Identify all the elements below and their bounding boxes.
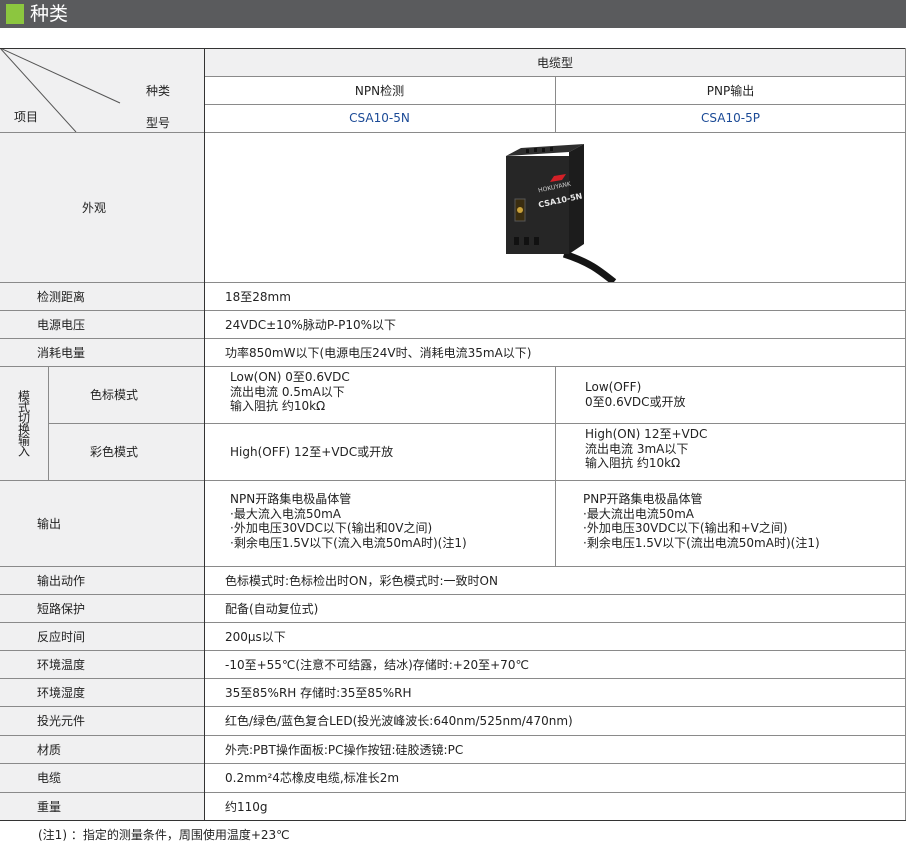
- pnp-type-header: PNP输出: [706, 83, 755, 98]
- grid-line: [0, 678, 906, 679]
- grid-line: [0, 706, 906, 707]
- mark-mode-npn: Low(ON) 0至0.6VDC 流出电流 0.5mA以下 输入阻抗 约10kΩ: [204, 366, 555, 423]
- color-mode-label: 彩色模式: [48, 423, 204, 480]
- table-bottom-border: [0, 820, 906, 821]
- row-value-detect-distance: 18至28mm: [225, 289, 291, 304]
- mode-input-group-label: 模式切换输入: [0, 366, 48, 480]
- grid-vline: [555, 76, 556, 132]
- grid-line: [0, 622, 906, 623]
- table-top-border: [0, 48, 906, 49]
- row-label-cable: 电缆: [0, 763, 204, 792]
- type-label: 种类: [146, 84, 171, 98]
- section-title-bar: 种类: [0, 0, 906, 28]
- row-value-weight: 约110g: [225, 800, 268, 814]
- row-value-response-time: 200μs以下: [225, 629, 286, 644]
- mode-input-group-text: 模式切换输入: [16, 390, 31, 456]
- row-value-supply-voltage: 24VDC±10%脉动P-P10%以下: [225, 317, 397, 332]
- appearance-label: 外观: [0, 132, 204, 282]
- header-corner-cell: 项目 种类 型号: [0, 48, 204, 132]
- grid-line: [0, 763, 906, 764]
- output-pnp-line-3: ·外加电压30VDC以下(输出和+V之间): [583, 521, 788, 535]
- output-pnp: PNP开路集电极晶体管 ·最大流出电流50mA ·外加电压30VDC以下(输出和…: [555, 480, 906, 566]
- appearance-image-cell: HOKUYANK CSA10-5N: [204, 132, 906, 282]
- row-value-cable: 0.2mm²4芯橡皮电缆,标准长2m: [225, 771, 400, 785]
- mark-mode-label: 色标模式: [48, 366, 204, 423]
- grid-line: [0, 566, 906, 567]
- color-mode-pnp-line-1: High(ON) 12至+VDC: [585, 427, 708, 441]
- npn-type-header: NPN检测: [354, 83, 405, 98]
- grid-line: [0, 310, 906, 311]
- color-mode-pnp-line-2: 流出电流 3mA以下: [585, 441, 689, 456]
- row-label-detect-distance: 检测距离: [0, 282, 204, 310]
- row-value-ambient-temp: -10至+55℃(注意不可结露，结冰)存储时:+20至+70℃: [225, 657, 529, 672]
- grid-line: [0, 132, 906, 133]
- row-label-material: 材质: [0, 735, 204, 763]
- row-label-supply-voltage: 电源电压: [0, 310, 204, 338]
- mark-mode-npn-line-1: Low(ON) 0至0.6VDC: [230, 370, 350, 384]
- grid-vline: [48, 366, 49, 480]
- row-value-ambient-humidity: 35至85%RH 存储时:35至85%RH: [225, 685, 412, 700]
- grid-line: [0, 735, 906, 736]
- footnote: (注1) ：指定的测量条件，周围使用温度+23℃: [38, 828, 290, 842]
- row-value-light-element: 红色/绿色/蓝色复合LED(投光波峰波长:640nm/525nm/470nm): [225, 714, 573, 728]
- output-npn-line-3: ·外加电压30VDC以下(输出和0V之间): [230, 521, 433, 535]
- row-value-output-action: 色标模式时:色标检出时ON，彩色模式时:一致时ON: [225, 573, 498, 588]
- row-label-power-consumption: 消耗电量: [0, 338, 204, 366]
- row-value-short-protection: 配备(自动复位式): [225, 601, 319, 616]
- pnp-model: CSA10-5P: [701, 111, 760, 125]
- output-pnp-line-2: ·最大流出电流50mA: [583, 506, 694, 521]
- color-mode-pnp-line-3: 输入阻抗 约10kΩ: [585, 456, 681, 470]
- row-label-weight: 重量: [0, 792, 204, 821]
- npn-model: CSA10-5N: [349, 111, 410, 125]
- output-pnp-line-4: ·剩余电压1.5V以下(流出电流50mA时)(注1): [583, 535, 820, 550]
- mark-mode-pnp: Low(OFF) 0至0.6VDC或开放: [555, 366, 906, 423]
- grid-vline: [204, 48, 205, 820]
- row-value-power-consumption: 功率850mW以下(电源电压24V时、消耗电流35mA以下): [225, 345, 532, 360]
- row-label-ambient-temp: 环境温度: [0, 650, 204, 678]
- item-label: 项目: [14, 110, 39, 124]
- row-label-light-element: 投光元件: [0, 706, 204, 735]
- row-value-material: 外壳:PBT操作面板:PC操作按钮:硅胶透镜:PC: [225, 742, 464, 757]
- mark-mode-pnp-line-2: 0至0.6VDC或开放: [585, 394, 686, 409]
- grid-line: [0, 282, 906, 283]
- grid-line: [0, 480, 906, 481]
- cable-type-header: 电缆型: [204, 48, 906, 76]
- output-npn: NPN开路集电极晶体管 ·最大流入电流50mA ·外加电压30VDC以下(输出和…: [204, 480, 555, 566]
- section-title: 种类: [30, 3, 69, 25]
- model-label: 型号: [146, 116, 171, 130]
- product-image: [506, 144, 617, 282]
- grid-vline: [555, 366, 556, 566]
- output-npn-line-4: ·剩余电压1.5V以下(流入电流50mA时)(注1): [230, 535, 467, 550]
- grid-line: [0, 366, 906, 367]
- output-label: 输出: [0, 480, 204, 566]
- row-label-ambient-humidity: 环境湿度: [0, 678, 204, 706]
- output-npn-line-1: NPN开路集电极晶体管: [230, 492, 352, 506]
- mark-mode-pnp-line-1: Low(OFF): [585, 380, 642, 394]
- grid-line: [0, 792, 906, 793]
- title-accent: [6, 4, 24, 24]
- mark-mode-npn-line-3: 输入阻抗 约10kΩ: [230, 399, 326, 413]
- output-pnp-line-1: PNP开路集电极晶体管: [583, 492, 703, 506]
- grid-line: [0, 650, 906, 651]
- grid-vline: [905, 48, 906, 820]
- color-mode-npn: High(OFF) 12至+VDC或开放: [230, 445, 394, 459]
- color-mode-pnp: High(ON) 12至+VDC 流出电流 3mA以下 输入阻抗 约10kΩ: [555, 423, 906, 480]
- row-label-short-protection: 短路保护: [0, 594, 204, 622]
- row-label-output-action: 输出动作: [0, 566, 204, 594]
- output-npn-line-2: ·最大流入电流50mA: [230, 506, 341, 521]
- row-label-response-time: 反应时间: [0, 622, 204, 650]
- grid-line: [0, 338, 906, 339]
- grid-line: [0, 594, 906, 595]
- grid-line: [48, 423, 906, 424]
- mark-mode-npn-line-2: 流出电流 0.5mA以下: [230, 384, 345, 399]
